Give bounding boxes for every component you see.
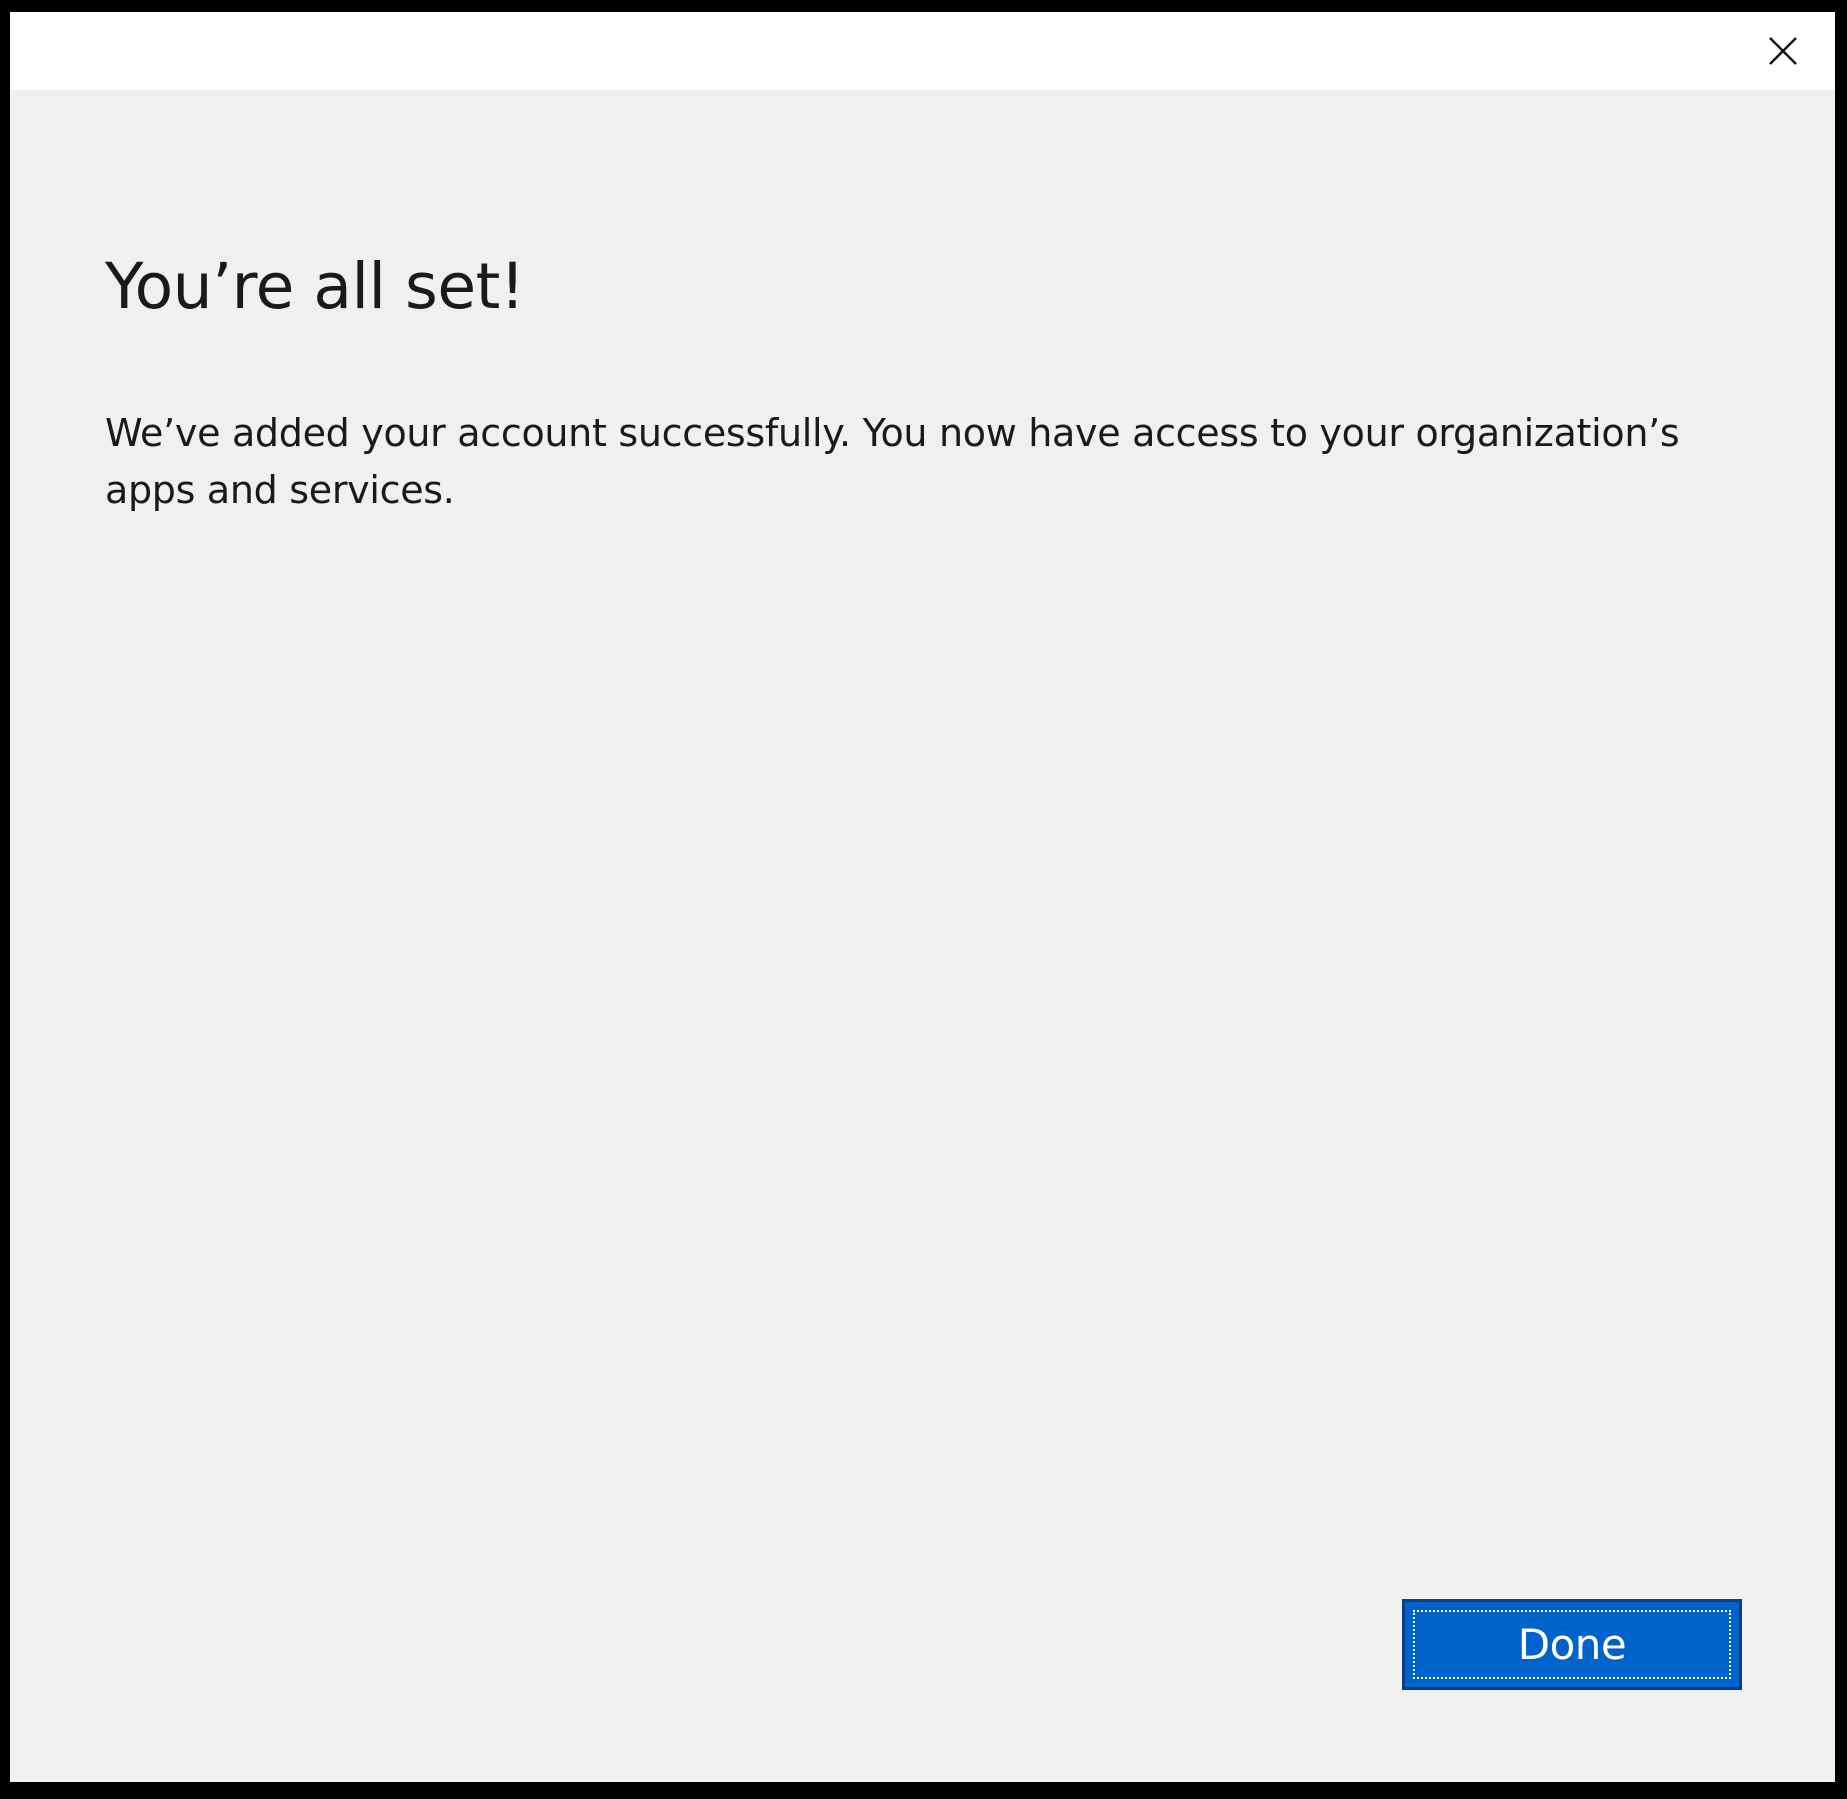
dialog-window: You’re all set! We’ve added your account… [10, 12, 1835, 1782]
page-title: You’re all set! [105, 250, 525, 323]
title-bar [10, 12, 1835, 90]
done-button[interactable]: Done [1402, 1599, 1742, 1690]
close-button[interactable] [1731, 12, 1835, 90]
close-icon [1769, 37, 1797, 65]
done-button-label: Done [1517, 1620, 1627, 1669]
success-message: We’ve added your account successfully. Y… [105, 411, 1680, 512]
